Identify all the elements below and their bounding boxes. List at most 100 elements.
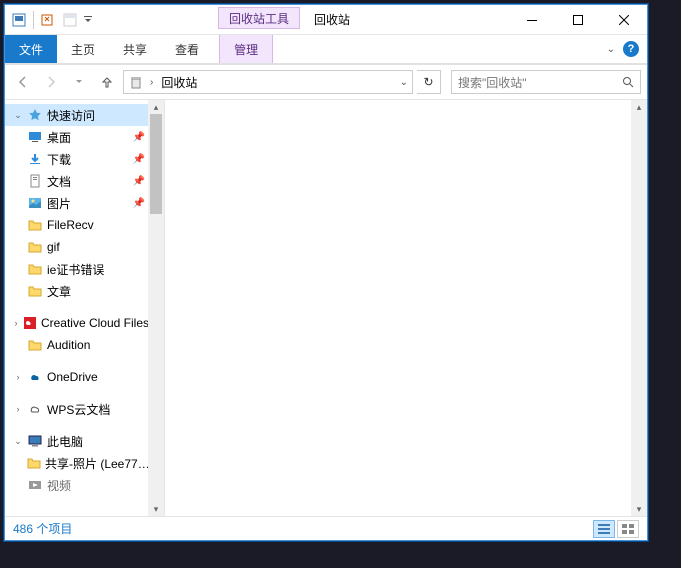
address-dropdown-icon[interactable]: ⌄ <box>400 77 408 88</box>
tree-videos[interactable]: 视频 <box>5 474 149 496</box>
tree-creative-cloud[interactable]: › Creative Cloud Files <box>5 312 149 334</box>
tab-view[interactable]: 查看 <box>161 35 213 63</box>
tree-label: 下载 <box>47 151 71 168</box>
tree-pictures[interactable]: 图片 📌 <box>5 192 149 214</box>
tree-audition[interactable]: Audition <box>5 334 149 356</box>
details-view-button[interactable] <box>593 520 615 538</box>
tree-gif[interactable]: gif <box>5 236 149 258</box>
wps-cloud-icon <box>27 401 43 417</box>
quick-access-toolbar <box>5 5 98 34</box>
tree-filerecv[interactable]: FileRecv <box>5 214 149 236</box>
videos-icon <box>27 477 43 493</box>
recent-locations-icon[interactable] <box>67 70 91 94</box>
tree-label: 图片 <box>47 195 71 212</box>
tree-desktop[interactable]: 桌面 📌 <box>5 126 149 148</box>
status-bar: 486 个项目 <box>5 516 647 540</box>
tree-label: 快速访问 <box>47 107 95 124</box>
tree-label: FileRecv <box>47 218 94 232</box>
tab-file[interactable]: 文件 <box>5 35 57 63</box>
ribbon-expand-icon[interactable]: ⌄ <box>607 44 615 55</box>
tree-article[interactable]: 文章 <box>5 280 149 302</box>
control-menu-icon[interactable] <box>11 12 27 28</box>
folder-icon <box>27 239 43 255</box>
expand-icon[interactable]: › <box>13 372 23 382</box>
recycle-bin-icon <box>128 74 144 90</box>
pin-icon: 📌 <box>133 176 145 187</box>
qat-dropdown-icon[interactable] <box>84 16 92 24</box>
window-title: 回收站 <box>300 5 364 34</box>
chevron-right-icon[interactable]: › <box>150 77 153 88</box>
search-placeholder: 搜索"回收站" <box>458 74 527 91</box>
scroll-up-icon[interactable]: ▴ <box>631 100 647 114</box>
forward-button[interactable] <box>39 70 63 94</box>
tree-shared-photos[interactable]: 共享-照片 (Lee77… <box>5 452 149 474</box>
scroll-down-icon[interactable]: ▾ <box>631 502 647 516</box>
onedrive-icon <box>27 369 43 385</box>
new-folder-icon[interactable] <box>62 12 78 28</box>
folder-icon <box>27 217 43 233</box>
tree-this-pc[interactable]: ⌄ 此电脑 <box>5 430 149 452</box>
tree-onedrive[interactable]: › OneDrive <box>5 366 149 388</box>
desktop-icon <box>27 129 43 145</box>
content-pane[interactable]: ▴ ▾ <box>165 100 647 516</box>
folder-icon <box>27 261 43 277</box>
body: ⌄ 快速访问 桌面 📌 下载 📌 文档 📌 <box>5 99 647 516</box>
scroll-down-icon[interactable]: ▾ <box>148 502 164 516</box>
tree-quick-access[interactable]: ⌄ 快速访问 <box>5 104 149 126</box>
collapse-icon[interactable]: ⌄ <box>13 110 23 121</box>
tree-label: 此电脑 <box>47 433 83 450</box>
item-count: 486 个项目 <box>13 520 72 537</box>
documents-icon <box>27 173 43 189</box>
window-controls <box>509 5 647 34</box>
expand-icon[interactable]: › <box>13 404 23 414</box>
star-icon <box>27 107 43 123</box>
refresh-button[interactable]: ↻ <box>417 70 441 94</box>
tree-label: OneDrive <box>47 370 98 384</box>
tree-wps[interactable]: › WPS云文档 <box>5 398 149 420</box>
view-switcher <box>593 520 639 538</box>
tree-label: WPS云文档 <box>47 401 110 418</box>
tree-label: Creative Cloud Files <box>41 316 149 330</box>
tree-label: 文章 <box>47 283 71 300</box>
search-icon <box>622 76 634 88</box>
back-button[interactable] <box>11 70 35 94</box>
tab-manage[interactable]: 管理 <box>219 35 273 63</box>
folder-icon <box>27 455 41 471</box>
tree-documents[interactable]: 文档 📌 <box>5 170 149 192</box>
search-input[interactable]: 搜索"回收站" <box>451 70 641 94</box>
title-bar: 回收站工具 回收站 <box>5 5 647 35</box>
downloads-icon <box>27 151 43 167</box>
tree-label: Audition <box>47 338 90 352</box>
folder-icon <box>27 283 43 299</box>
scroll-thumb[interactable] <box>150 114 162 214</box>
tree-downloads[interactable]: 下载 📌 <box>5 148 149 170</box>
tree-label: 文档 <box>47 173 71 190</box>
scroll-up-icon[interactable]: ▴ <box>148 100 164 114</box>
expand-icon[interactable]: › <box>13 318 19 328</box>
close-button[interactable] <box>601 5 647 34</box>
nav-scrollbar[interactable]: ▴ ▾ <box>148 100 164 516</box>
navigation-pane: ⌄ 快速访问 桌面 📌 下载 📌 文档 📌 <box>5 100 165 516</box>
up-button[interactable] <box>95 70 119 94</box>
tab-home[interactable]: 主页 <box>57 35 109 63</box>
properties-icon[interactable] <box>40 12 56 28</box>
large-icons-view-button[interactable] <box>617 520 639 538</box>
help-icon[interactable]: ? <box>623 41 639 57</box>
tree-label: gif <box>47 240 60 254</box>
pin-icon: 📌 <box>133 154 145 165</box>
qat-separator <box>33 11 34 29</box>
tree-ie-cert[interactable]: ie证书错误 <box>5 258 149 280</box>
creative-cloud-icon <box>23 315 37 331</box>
address-bar[interactable]: › 回收站 ⌄ <box>123 70 413 94</box>
ribbon-tabs: 文件 主页 共享 查看 管理 ⌄ ? <box>5 35 647 63</box>
folder-icon <box>27 337 43 353</box>
collapse-icon[interactable]: ⌄ <box>13 436 23 447</box>
tree-label: ie证书错误 <box>47 261 104 278</box>
maximize-button[interactable] <box>555 5 601 34</box>
tree-label: 视频 <box>47 477 71 494</box>
breadcrumb-current[interactable]: 回收站 <box>159 74 199 91</box>
minimize-button[interactable] <box>509 5 555 34</box>
content-scrollbar[interactable]: ▴ ▾ <box>631 100 647 516</box>
tab-share[interactable]: 共享 <box>109 35 161 63</box>
explorer-window: 回收站工具 回收站 文件 主页 共享 查看 管理 ⌄ ? <box>4 4 648 541</box>
